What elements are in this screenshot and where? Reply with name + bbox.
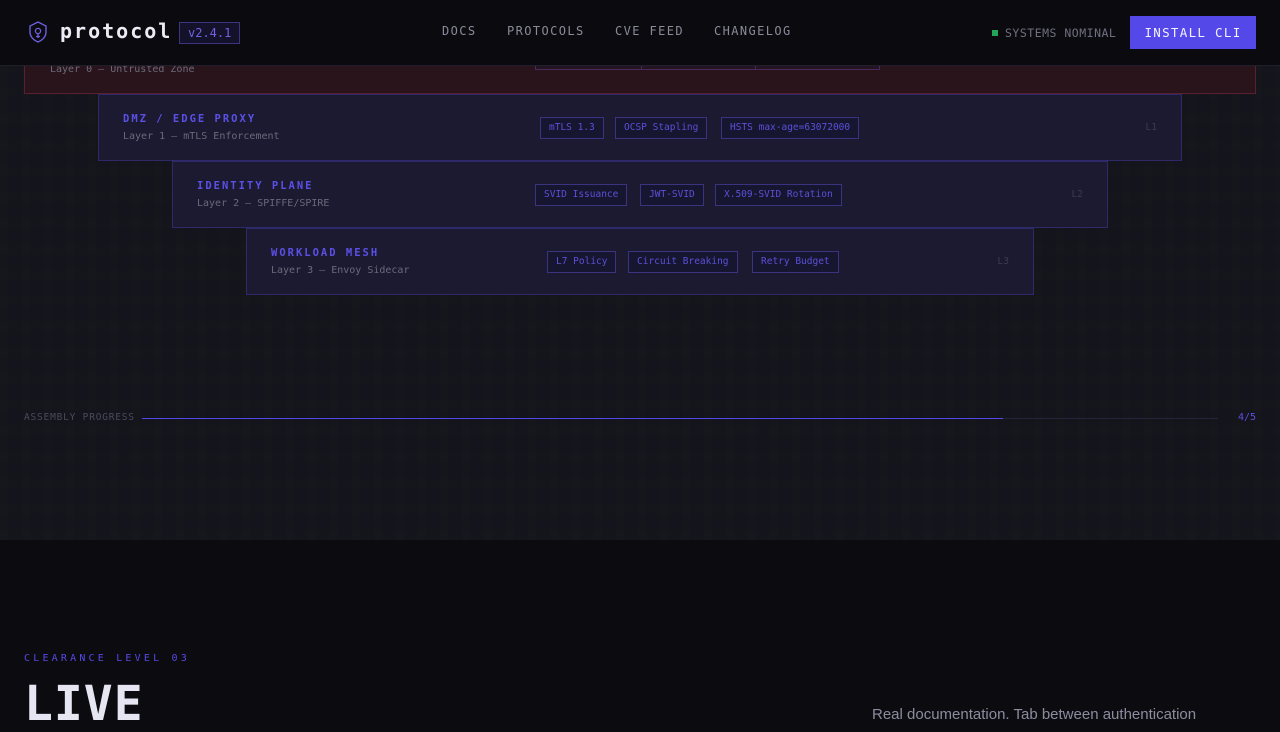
layer-title: IDENTITY PLANE	[197, 180, 314, 192]
layer-tag: X.509-SVID Rotation	[715, 184, 842, 206]
layer-id: L3	[997, 256, 1009, 267]
layer-title: DMZ / EDGE PROXY	[123, 113, 257, 125]
layer-tag: Retry Budget	[752, 251, 839, 273]
status-dot-icon	[992, 30, 998, 36]
top-navigation-bar: protocol v2.4.1 DOCS PROTOCOLS CVE FEED …	[0, 0, 1280, 66]
nav-cve-feed[interactable]: CVE FEED	[615, 24, 684, 38]
progress-label: ASSEMBLY PROGRESS	[24, 412, 135, 423]
layer-subtitle: Layer 0 — Untrusted Zone	[50, 65, 195, 75]
protocol-stack-section: Layer 0 — Untrusted Zone DMZ / EDGE PROX…	[0, 65, 1280, 540]
layer-id: L2	[1071, 189, 1083, 200]
layer-subtitle: Layer 3 — Envoy Sidecar	[271, 265, 410, 276]
system-status: SYSTEMS NOMINAL	[992, 26, 1116, 40]
layer-tag: OCSP Stapling	[615, 117, 708, 139]
hero-lead-text: Real documentation. Tab between authenti…	[872, 706, 1197, 723]
layer-tag: HSTS max-age=63072000	[721, 117, 860, 139]
layer-identity-plane[interactable]: IDENTITY PLANE Layer 2 — SPIFFE/SPIRE SV…	[172, 161, 1108, 228]
layer-tag: mTLS 1.3	[540, 117, 604, 139]
status-label: SYSTEMS NOMINAL	[1005, 26, 1117, 40]
progress-track	[142, 418, 1218, 419]
layer-untrusted-zone[interactable]: Layer 0 — Untrusted Zone	[24, 65, 1256, 94]
nav-protocols[interactable]: PROTOCOLS	[507, 24, 585, 38]
hero-headline: LIVE	[24, 676, 144, 732]
layer-id: L1	[1145, 122, 1157, 133]
layer-workload-mesh[interactable]: WORKLOAD MESH Layer 3 — Envoy Sidecar L7…	[246, 228, 1034, 295]
install-cli-button[interactable]: INSTALL CLI	[1130, 16, 1256, 49]
clearance-eyebrow: CLEARANCE LEVEL 03	[24, 653, 190, 664]
nav-changelog[interactable]: CHANGELOG	[714, 24, 792, 38]
layer-subtitle: Layer 1 — mTLS Enforcement	[123, 131, 280, 142]
layer-subtitle: Layer 2 — SPIFFE/SPIRE	[197, 198, 330, 209]
layer-tag: L7 Policy	[547, 251, 617, 273]
layer-tag: SVID Issuance	[535, 184, 628, 206]
layer-tag: Circuit Breaking	[628, 251, 738, 273]
layer-dmz-edge-proxy[interactable]: DMZ / EDGE PROXY Layer 1 — mTLS Enforcem…	[98, 94, 1182, 161]
progress-count: 4/5	[1238, 412, 1257, 423]
layer-title: WORKLOAD MESH	[271, 247, 380, 259]
layer-tag: JWT-SVID	[640, 184, 704, 206]
progress-fill	[142, 418, 1003, 419]
nav-docs[interactable]: DOCS	[442, 24, 477, 38]
